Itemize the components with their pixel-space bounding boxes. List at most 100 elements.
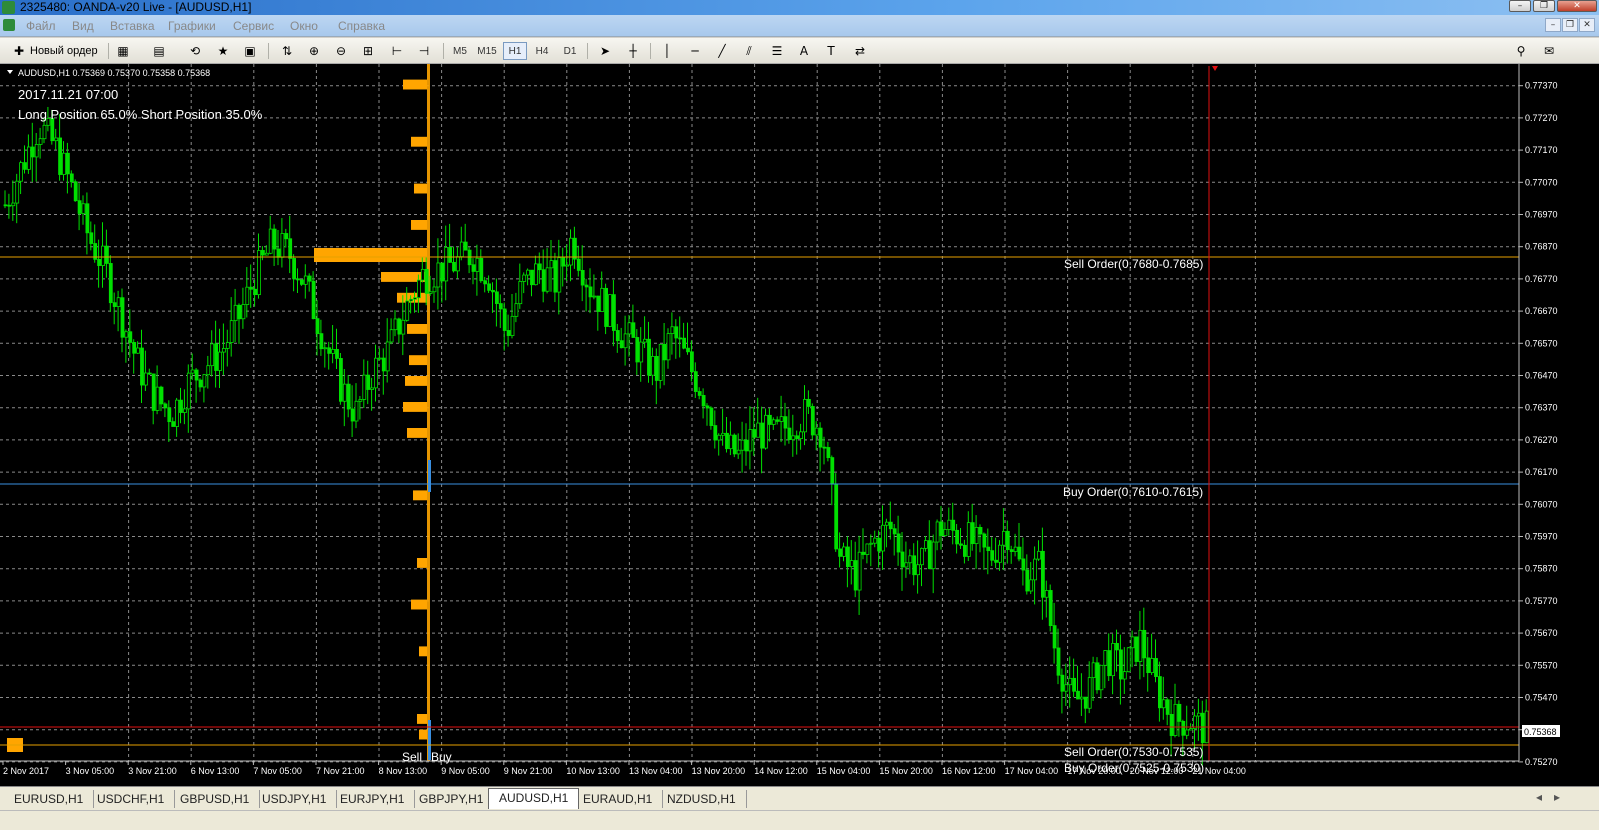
order-levels [0, 66, 1519, 762]
timeframe-h1[interactable]: H1 [503, 42, 527, 60]
profiles-icon[interactable]: ▤ [150, 42, 168, 60]
sell-volume-bar [417, 558, 427, 568]
horizontal-line-icon[interactable]: ─ [686, 42, 704, 60]
candle-body [280, 233, 285, 258]
candle-body [389, 329, 394, 343]
mdi-restore-button[interactable]: ❐ [1562, 18, 1578, 32]
tab-usdchf[interactable]: USDCHF,H1 [87, 790, 176, 808]
candle-body [366, 374, 371, 390]
vertical-line-icon[interactable]: │ [658, 42, 676, 60]
candle-body [34, 144, 39, 158]
zoom-out-icon[interactable]: ⊖ [332, 42, 350, 60]
timeframe-d1[interactable]: D1 [558, 42, 582, 60]
timeframe-m15[interactable]: M15 [475, 42, 499, 60]
new-chart-icon[interactable]: ▦ [114, 42, 132, 60]
autoscroll-icon[interactable]: ⇅ [278, 42, 296, 60]
menu-help[interactable]: Справка [338, 19, 385, 33]
menu-window[interactable]: Окно [290, 19, 318, 33]
market-watch-icon[interactable]: ⟲ [186, 42, 204, 60]
new-order-button[interactable]: Новый ордер [30, 42, 110, 60]
text-label-icon[interactable]: T [822, 42, 840, 60]
candle-body [175, 399, 180, 427]
tab-eurusd[interactable]: EURUSD,H1 [4, 790, 95, 808]
candle-body [573, 237, 577, 260]
chart-shift-icon[interactable]: ⊢ [388, 42, 406, 60]
fibonacci-icon[interactable]: ☰ [768, 42, 786, 60]
tab-gbpusd[interactable]: GBPUSD,H1 [170, 790, 261, 808]
candle-body [924, 540, 928, 549]
candle-body [140, 347, 144, 386]
time-tick-label: 3 Nov 05:00 [66, 766, 115, 776]
mdi-close-button[interactable]: ✕ [1579, 18, 1595, 32]
equidistant-channel-icon[interactable]: ⫽ [740, 42, 758, 60]
menu-insert[interactable]: Вставка [110, 19, 155, 33]
zoom-in-icon[interactable]: ⊕ [305, 42, 323, 60]
tile-windows-icon[interactable]: ⊞ [359, 42, 377, 60]
candle-body [834, 483, 839, 550]
time-tick-label: 9 Nov 05:00 [441, 766, 490, 776]
candle-body [128, 331, 133, 343]
mdi-minimize-button[interactable]: – [1545, 18, 1561, 32]
crosshair-icon[interactable]: ┼ [624, 42, 642, 60]
candle-body [682, 337, 686, 349]
candle-body [873, 537, 878, 544]
candle-body [760, 422, 764, 449]
maximize-button[interactable]: ❐ [1533, 0, 1555, 12]
menu-charts[interactable]: Графики [168, 19, 216, 33]
terminal-icon[interactable]: ▣ [241, 42, 259, 60]
sell-volume-bar [407, 324, 427, 334]
chart-header: AUDUSD,H1 0.75369 0.75370 0.75358 0.7536… [18, 68, 210, 78]
tab-euraud[interactable]: EURAUD,H1 [573, 790, 664, 808]
candle-body [221, 348, 226, 353]
candle-body [190, 369, 195, 374]
chart-area[interactable]: 0.77370 0.77270 0.77170 0.77070 0.76970 0.768… [0, 64, 1599, 786]
candle-body [1107, 650, 1112, 677]
chat-icon[interactable]: ✉ [1540, 42, 1558, 60]
candle-body [896, 533, 901, 553]
price-tick-label: 0.75570 [1525, 660, 1558, 670]
timeframe-h4[interactable]: H4 [530, 42, 554, 60]
histogram-buy-label: Buy [431, 750, 452, 764]
candle-body [3, 204, 8, 207]
tab-usdjpy[interactable]: USDJPY,H1 [252, 790, 338, 808]
menu-file[interactable]: Файл [26, 19, 56, 33]
menu-tools[interactable]: Сервис [233, 19, 274, 33]
tab-eurjpy[interactable]: EURJPY,H1 [330, 790, 416, 808]
navigator-icon[interactable]: ★ [214, 42, 232, 60]
tab-scroll-left-icon[interactable]: ◂ [1536, 790, 1542, 804]
candle-body [1025, 569, 1030, 592]
candle-body [982, 533, 987, 548]
arrows-icon[interactable]: ⇄ [851, 42, 869, 60]
candle-body [849, 560, 854, 568]
price-chart[interactable]: 0.77370 0.77270 0.77170 0.77070 0.76970 0.768… [0, 64, 1599, 786]
candle-body [358, 399, 363, 402]
minimize-button[interactable]: – [1509, 0, 1531, 12]
candle-body [904, 562, 909, 568]
tab-scroll-right-icon[interactable]: ▸ [1554, 790, 1560, 804]
candle-body [1048, 590, 1053, 627]
candle-body [1197, 712, 1201, 717]
candlestick-series [3, 106, 1209, 766]
search-icon[interactable]: ⚲ [1512, 42, 1530, 60]
cursor-icon[interactable]: ➤ [596, 42, 614, 60]
tab-gbpjpy[interactable]: GBPJPY,H1 [409, 790, 495, 808]
text-icon[interactable]: A [795, 42, 813, 60]
autoscroll-chart-icon[interactable]: ⊣ [415, 42, 433, 60]
candle-body [362, 374, 367, 400]
tab-nzdusd[interactable]: NZDUSD,H1 [657, 790, 747, 808]
timeframe-m5[interactable]: M5 [448, 42, 472, 60]
candle-body [494, 291, 499, 304]
window-title: 2325480: OANDA-v20 Live - [AUDUSD,H1] [20, 0, 252, 14]
menu-view[interactable]: Вид [72, 19, 94, 33]
candle-body [385, 341, 390, 372]
candle-body [748, 429, 753, 452]
candle-body [249, 286, 254, 290]
tab-audusd[interactable]: AUDUSD,H1 [488, 788, 580, 809]
trendline-icon[interactable]: ╱ [713, 42, 731, 60]
candle-body [658, 343, 663, 381]
close-button[interactable]: ✕ [1557, 0, 1597, 12]
candle-body [799, 431, 803, 440]
candle-body [569, 237, 573, 266]
candle-body [85, 203, 90, 234]
chart-menu-arrow-icon [7, 70, 13, 74]
